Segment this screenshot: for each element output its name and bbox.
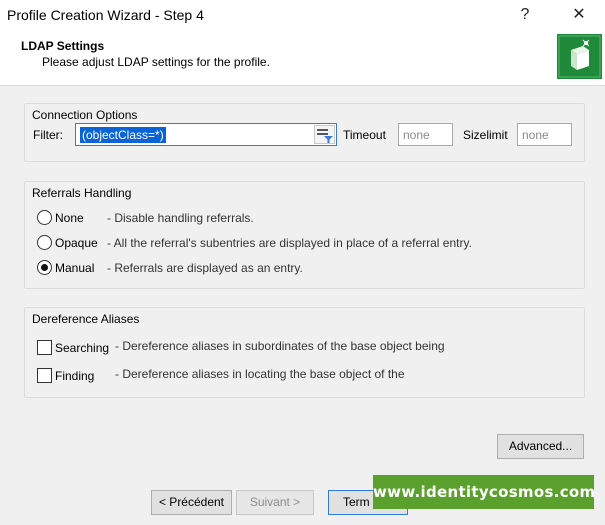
referral-opaque-radio[interactable] [37, 235, 52, 250]
searching-description: - Dereference aliases in subordinates of… [115, 339, 445, 353]
searching-checkbox[interactable] [37, 340, 52, 355]
filter-value: (objectClass=*) [80, 127, 166, 143]
previous-button[interactable]: < Précédent [151, 490, 232, 515]
dereference-aliases-legend: Dereference Aliases [32, 312, 140, 326]
filter-label: Filter: [33, 128, 63, 142]
referral-none-description: - Disable handling referrals. [107, 211, 254, 225]
searching-label[interactable]: Searching [55, 341, 109, 355]
referral-manual-radio[interactable] [37, 260, 52, 275]
close-button[interactable]: ✕ [564, 4, 594, 28]
dereference-aliases-group: Dereference Aliases Searching - Derefere… [24, 307, 585, 398]
referral-manual-description: - Referrals are displayed as an entry. [107, 261, 303, 275]
timeout-input[interactable]: none [398, 123, 453, 146]
finding-description: - Dereference aliases in locating the ba… [115, 367, 405, 381]
page-title: LDAP Settings [21, 39, 105, 53]
filter-editor-icon[interactable] [314, 125, 335, 144]
referral-opaque-description: - All the referral's subentries are disp… [107, 236, 472, 250]
connection-options-group: Connection Options Filter: (objectClass=… [24, 103, 585, 162]
page-subtitle: Please adjust LDAP settings for the prof… [42, 55, 270, 69]
next-button[interactable]: Suivant > [236, 490, 314, 515]
sizelimit-input[interactable]: none [517, 123, 572, 146]
wizard-logo-icon [557, 34, 602, 79]
filter-input[interactable]: (objectClass=*) [75, 123, 337, 146]
referral-none-radio[interactable] [37, 210, 52, 225]
timeout-label: Timeout [343, 128, 386, 142]
wizard-header: LDAP Settings Please adjust LDAP setting… [0, 32, 605, 86]
window-title: Profile Creation Wizard - Step 4 [7, 7, 204, 23]
help-button[interactable]: ? [510, 4, 540, 28]
finding-checkbox[interactable] [37, 368, 52, 383]
connection-options-legend: Connection Options [32, 108, 138, 122]
referrals-handling-group: Referrals Handling None - Disable handli… [24, 181, 585, 289]
advanced-button[interactable]: Advanced... [497, 434, 584, 459]
referral-opaque-label[interactable]: Opaque [55, 236, 98, 250]
referrals-handling-legend: Referrals Handling [32, 186, 132, 200]
website-banner: www.identitycosmos.com [373, 475, 595, 509]
sizelimit-label: Sizelimit [463, 128, 508, 142]
finding-label[interactable]: Finding [55, 369, 94, 383]
title-bar: Profile Creation Wizard - Step 4 ? ✕ [0, 0, 605, 32]
referral-none-label[interactable]: None [55, 211, 84, 225]
referral-manual-label[interactable]: Manual [55, 261, 94, 275]
